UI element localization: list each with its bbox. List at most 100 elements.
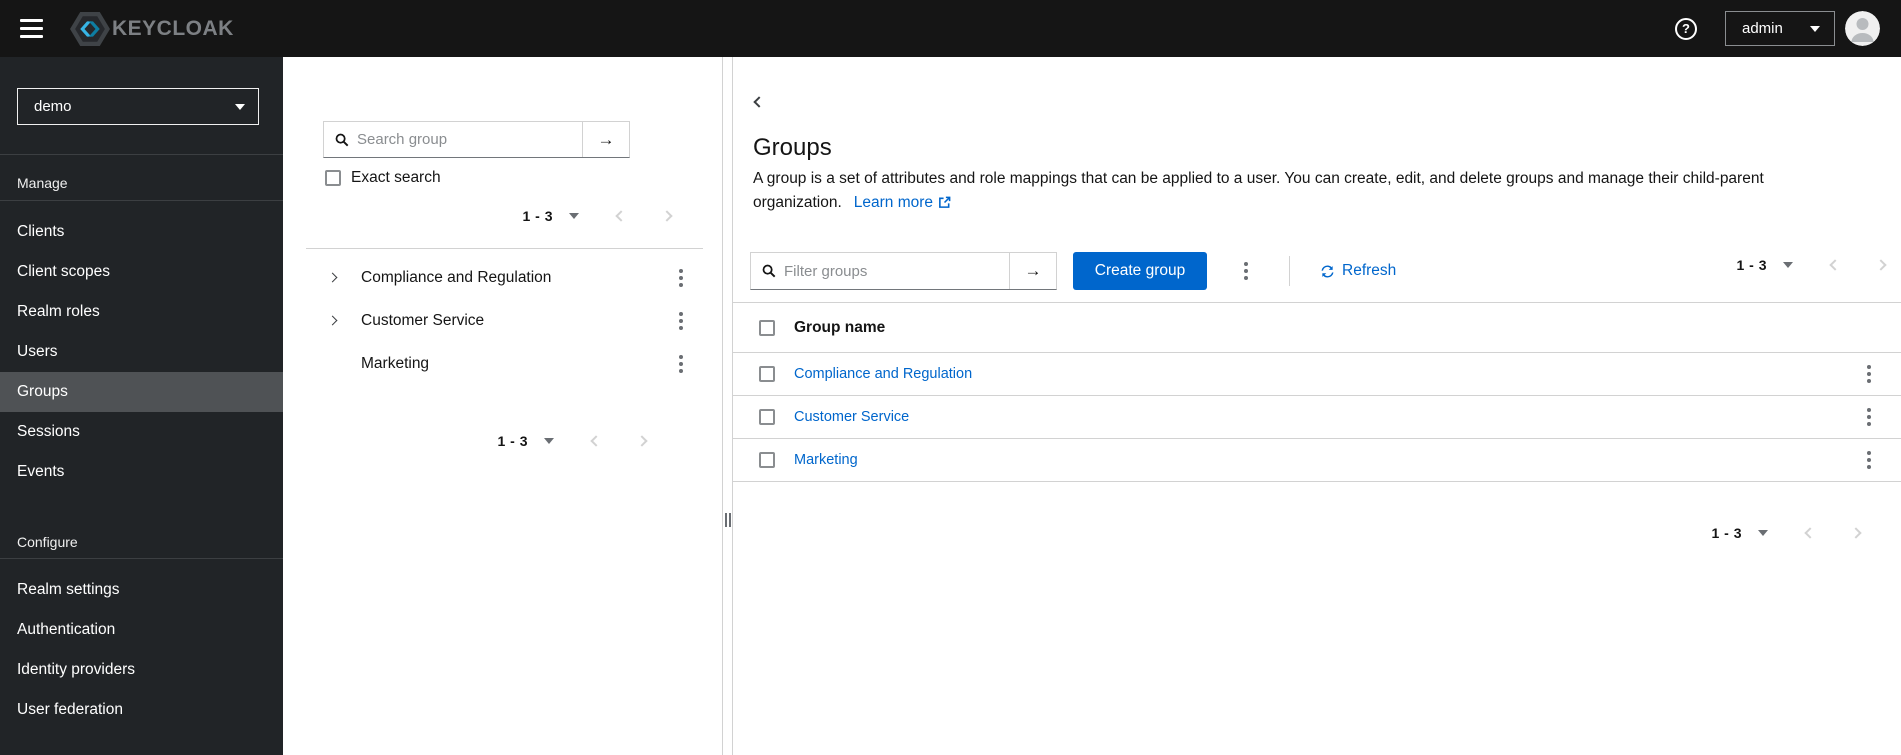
kebab-menu-icon[interactable]	[1861, 361, 1877, 387]
chevron-right-icon	[327, 315, 337, 326]
exact-search-checkbox[interactable]	[325, 170, 341, 186]
keycloak-admin-console: KEYCLOAK ? admin demo Manage Clients Cli…	[0, 0, 1901, 755]
tree-item-marketing[interactable]: Marketing	[283, 342, 723, 385]
panel-resize-handle[interactable]	[725, 513, 731, 527]
table-row: Marketing	[733, 439, 1901, 482]
previous-page-icon[interactable]	[1829, 259, 1841, 271]
help-icon[interactable]: ?	[1675, 17, 1697, 40]
keycloak-logo: KEYCLOAK	[70, 11, 234, 46]
next-page-icon[interactable]	[1875, 259, 1887, 271]
keycloak-logo-icon	[70, 11, 110, 46]
select-all-checkbox[interactable]	[759, 319, 775, 336]
tree-pagination-bottom: 1 - 3	[497, 428, 648, 454]
tree-item-label: Compliance and Regulation	[361, 268, 552, 286]
search-icon	[335, 133, 349, 146]
filter-groups-field	[751, 253, 1009, 289]
row-checkbox[interactable]	[759, 452, 775, 468]
learn-more-link[interactable]: Learn more	[854, 194, 951, 211]
pagination-menu-toggle[interactable]: 1 - 3	[1736, 257, 1793, 273]
sidebar-item-users[interactable]: Users	[0, 332, 283, 372]
next-page-icon[interactable]	[636, 435, 648, 447]
kebab-menu-icon[interactable]	[1238, 258, 1254, 284]
kebab-menu-icon[interactable]	[673, 265, 689, 291]
sidebar-item-realm-settings[interactable]: Realm settings	[0, 570, 283, 610]
refresh-icon	[1321, 264, 1334, 278]
pagination-range: 1 - 3	[497, 433, 528, 449]
group-link-marketing[interactable]: Marketing	[794, 452, 1861, 468]
pagination-range: 1 - 3	[1711, 525, 1742, 541]
nav-divider	[0, 200, 283, 201]
group-link-compliance-and-regulation[interactable]: Compliance and Regulation	[794, 366, 1861, 382]
learn-more-label: Learn more	[853, 194, 934, 211]
group-search-submit-button[interactable]: →	[582, 122, 629, 157]
table-row: Customer Service	[733, 396, 1901, 439]
sidebar-item-authentication[interactable]: Authentication	[0, 610, 283, 650]
kebab-menu-icon[interactable]	[673, 351, 689, 377]
column-header-group-name: Group name	[794, 318, 886, 336]
tree-pagination-top: 1 - 3	[522, 203, 673, 229]
previous-page-icon[interactable]	[590, 435, 602, 447]
search-icon	[762, 264, 776, 278]
tree-item-label: Marketing	[361, 354, 430, 372]
groups-table: Group name Compliance and Regulation Cus…	[733, 302, 1901, 482]
nav-toggle-icon[interactable]	[18, 17, 45, 40]
group-search-field	[324, 122, 582, 157]
table-row: Compliance and Regulation	[733, 353, 1901, 396]
filter-groups-submit-button[interactable]: →	[1009, 253, 1056, 289]
group-search-box: →	[323, 121, 630, 158]
pagination-menu-toggle[interactable]: 1 - 3	[497, 433, 554, 449]
sidebar-item-sessions[interactable]: Sessions	[0, 412, 283, 452]
user-menu-label: admin	[1742, 20, 1783, 37]
avatar-icon	[1845, 11, 1880, 46]
groups-tree-panel: → Exact search 1 - 3 Compliance and Regu…	[283, 57, 723, 755]
create-group-button[interactable]: Create group	[1073, 252, 1207, 290]
realm-selector[interactable]: demo	[17, 88, 259, 125]
tree-item-compliance-and-regulation[interactable]: Compliance and Regulation	[283, 256, 723, 299]
sidebar-item-groups[interactable]: Groups	[0, 372, 283, 412]
chevron-down-icon	[569, 213, 579, 219]
kebab-menu-icon[interactable]	[1861, 404, 1877, 430]
sidebar-item-client-scopes[interactable]: Client scopes	[0, 252, 283, 292]
refresh-button[interactable]: Refresh	[1320, 262, 1396, 280]
back-button[interactable]	[751, 90, 767, 113]
groups-toolbar: → Create group Refresh	[750, 252, 1396, 290]
row-checkbox[interactable]	[759, 409, 775, 425]
chevron-down-icon	[1758, 530, 1768, 536]
next-page-icon[interactable]	[1850, 527, 1862, 539]
sidebar-item-clients[interactable]: Clients	[0, 212, 283, 252]
groups-tree-list: Compliance and Regulation Customer Servi…	[283, 256, 723, 385]
brand-text: KEYCLOAK	[112, 16, 234, 40]
kebab-menu-icon[interactable]	[1861, 447, 1877, 473]
pagination-range: 1 - 3	[1736, 257, 1767, 273]
row-checkbox[interactable]	[759, 366, 775, 382]
page-description: A group is a set of attributes and role …	[753, 167, 1881, 215]
next-page-icon[interactable]	[661, 210, 673, 222]
group-link-customer-service[interactable]: Customer Service	[794, 409, 1861, 425]
previous-page-icon[interactable]	[1804, 527, 1816, 539]
filter-groups-input[interactable]	[784, 262, 1009, 280]
expand-toggle[interactable]	[325, 315, 339, 326]
external-link-icon	[939, 196, 951, 208]
user-menu-dropdown[interactable]: admin	[1725, 11, 1835, 46]
sidebar-nav: demo Manage Clients Client scopes Realm …	[0, 57, 283, 755]
kebab-menu-icon[interactable]	[673, 308, 689, 334]
page-title: Groups	[753, 134, 832, 161]
chevron-down-icon	[1810, 25, 1820, 32]
nav-section-configure: Configure	[17, 534, 78, 550]
sidebar-item-realm-roles[interactable]: Realm roles	[0, 292, 283, 332]
avatar[interactable]	[1845, 11, 1880, 46]
tree-item-customer-service[interactable]: Customer Service	[283, 299, 723, 342]
sidebar-item-events[interactable]: Events	[0, 452, 283, 492]
sidebar-item-user-federation[interactable]: User federation	[0, 690, 283, 730]
filter-groups-box: →	[750, 252, 1057, 290]
table-header-row: Group name	[733, 303, 1901, 353]
pagination-menu-toggle[interactable]: 1 - 3	[522, 208, 579, 224]
sidebar-item-identity-providers[interactable]: Identity providers	[0, 650, 283, 690]
pagination-menu-toggle[interactable]: 1 - 3	[1711, 525, 1768, 541]
previous-page-icon[interactable]	[615, 210, 627, 222]
chevron-down-icon	[1783, 262, 1793, 268]
expand-toggle[interactable]	[325, 272, 339, 283]
group-search-input[interactable]	[357, 131, 582, 148]
pagination-range: 1 - 3	[522, 208, 553, 224]
toolbar-divider	[1289, 256, 1290, 286]
